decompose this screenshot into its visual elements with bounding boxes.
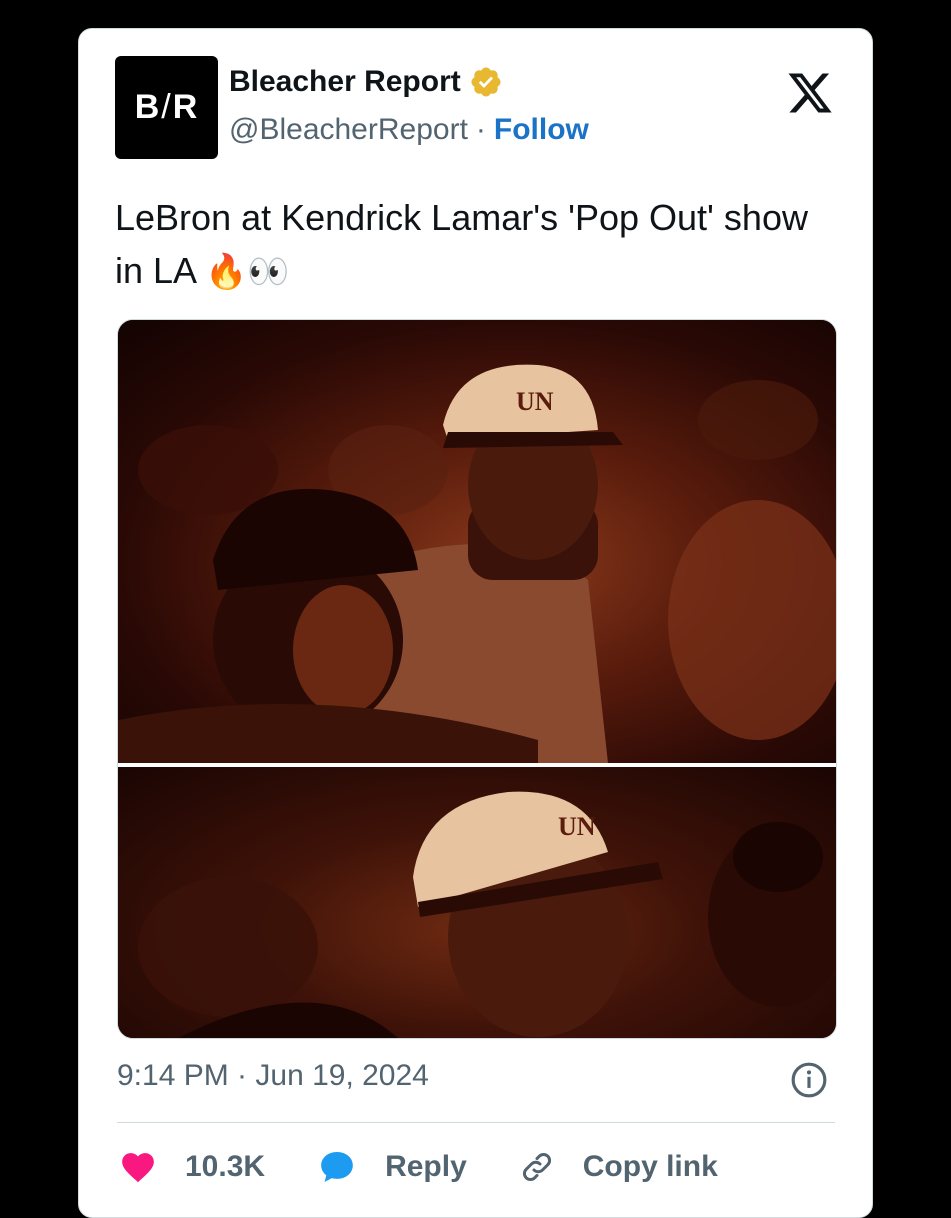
photo-top-illustration: UN: [118, 364, 836, 763]
tweet-text-block: LeBron at Kendrick Lamar's 'Pop Out' sho…: [115, 191, 845, 299]
photo-bottom-illustration: UN: [138, 791, 836, 1038]
avatar-letter-b: B: [134, 88, 161, 126]
avatar-slash: /: [161, 88, 172, 126]
separator-dot: ·: [475, 113, 486, 146]
account-handle[interactable]: @BleacherReport: [229, 113, 468, 147]
avatar-letter-r: R: [172, 88, 199, 126]
follow-link[interactable]: Follow: [494, 113, 589, 147]
link-icon: [522, 1153, 551, 1181]
like-count: 10.3K: [185, 1150, 266, 1183]
concert-photo-top[interactable]: UN: [118, 320, 836, 763]
info-icon[interactable]: [790, 1061, 828, 1099]
copy-link-label: Copy link: [582, 1150, 718, 1183]
like-button[interactable]: 10.3K: [119, 1148, 265, 1186]
tweet-actions: 10.3K Reply Copy link: [119, 1147, 770, 1187]
tweet-emoji: 🔥👀: [205, 252, 290, 292]
actions-divider: [117, 1122, 835, 1123]
reply-bubble-icon: [321, 1152, 353, 1182]
heart-icon: [122, 1153, 154, 1183]
x-logo-icon[interactable]: [786, 69, 834, 117]
account-name[interactable]: Bleacher Report: [229, 65, 461, 99]
avatar[interactable]: B / R: [115, 56, 218, 159]
embedded-tweet-card: B / R Bleacher Report @BleacherReport · Fo…: [78, 28, 873, 1218]
account-name-row: Bleacher Report: [229, 65, 503, 99]
reply-button[interactable]: Reply: [317, 1147, 467, 1187]
reply-label: Reply: [385, 1150, 467, 1183]
handle-row: @BleacherReport · Follow: [229, 113, 589, 147]
tweet-media-grid[interactable]: UN UN: [117, 319, 837, 1039]
svg-text:UN: UN: [516, 387, 554, 416]
svg-text:UN: UN: [558, 812, 596, 841]
verified-badge-icon: [471, 67, 501, 97]
copy-link-button[interactable]: Copy link: [519, 1149, 718, 1185]
tweet-timestamp[interactable]: 9:14 PM · Jun 19, 2024: [117, 1059, 429, 1093]
concert-photo-bottom[interactable]: UN: [118, 767, 836, 1038]
